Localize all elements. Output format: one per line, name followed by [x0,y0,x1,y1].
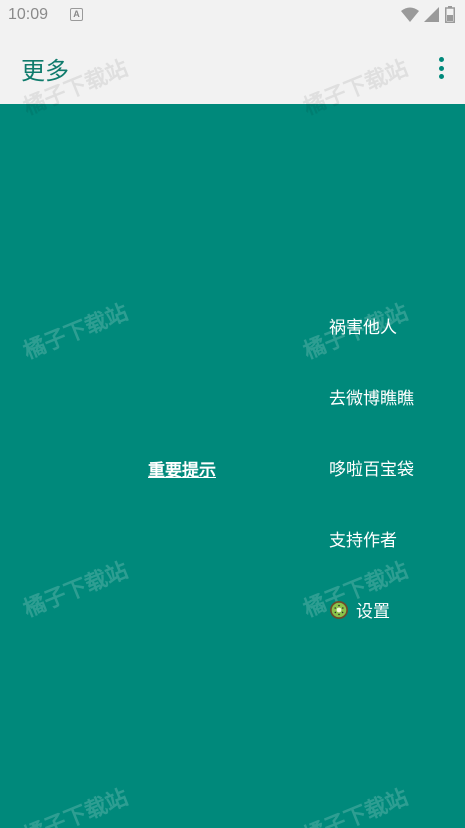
status-icons [401,6,455,23]
battery-icon [445,6,455,23]
watermark: 橘子下载站 [20,558,132,623]
watermark: 橘子下载站 [20,300,132,365]
signal-icon [424,6,439,22]
a-icon: A [70,8,83,21]
main-content: 橘子下载站 橘子下载站 橘子下载站 橘子下载站 橘子下载站 橘子下载站 重要提示… [0,104,465,828]
menu-item-label: 支持作者 [329,531,397,551]
wifi-icon [401,7,419,22]
overflow-dot [438,65,444,71]
menu-item-label: 设置 [356,602,390,622]
watermark: 橘子下载站 [300,785,412,828]
menu-item-settings[interactable]: 设置 [329,597,390,622]
menu-item-support-author[interactable]: 支持作者 [329,526,397,551]
more-vert-icon[interactable] [431,54,451,82]
status-bar: 10:09 A [0,0,465,32]
overflow-dot [438,74,444,79]
kiwi-icon [330,600,348,619]
menu-item-label: 祸害他人 [329,318,397,338]
menu-item-weibo[interactable]: 去微博瞧瞧 [329,384,414,409]
watermark: 橘子下载站 [20,785,132,828]
overflow-dot [438,57,444,62]
menu-item-doraemon-pocket[interactable]: 哆啦百宝袋 [329,455,414,480]
menu-item-label: 去微博瞧瞧 [329,389,414,409]
menu-item-label: 哆啦百宝袋 [329,460,414,480]
status-time: 10:09 [8,6,49,23]
important-notice-link[interactable]: 重要提示 [148,456,216,481]
menu-item-harm-others[interactable]: 祸害他人 [329,313,397,338]
app-bar: 更多 橘子下载站 橘子下载站 [0,32,465,121]
page-title: 更多 [21,57,69,85]
